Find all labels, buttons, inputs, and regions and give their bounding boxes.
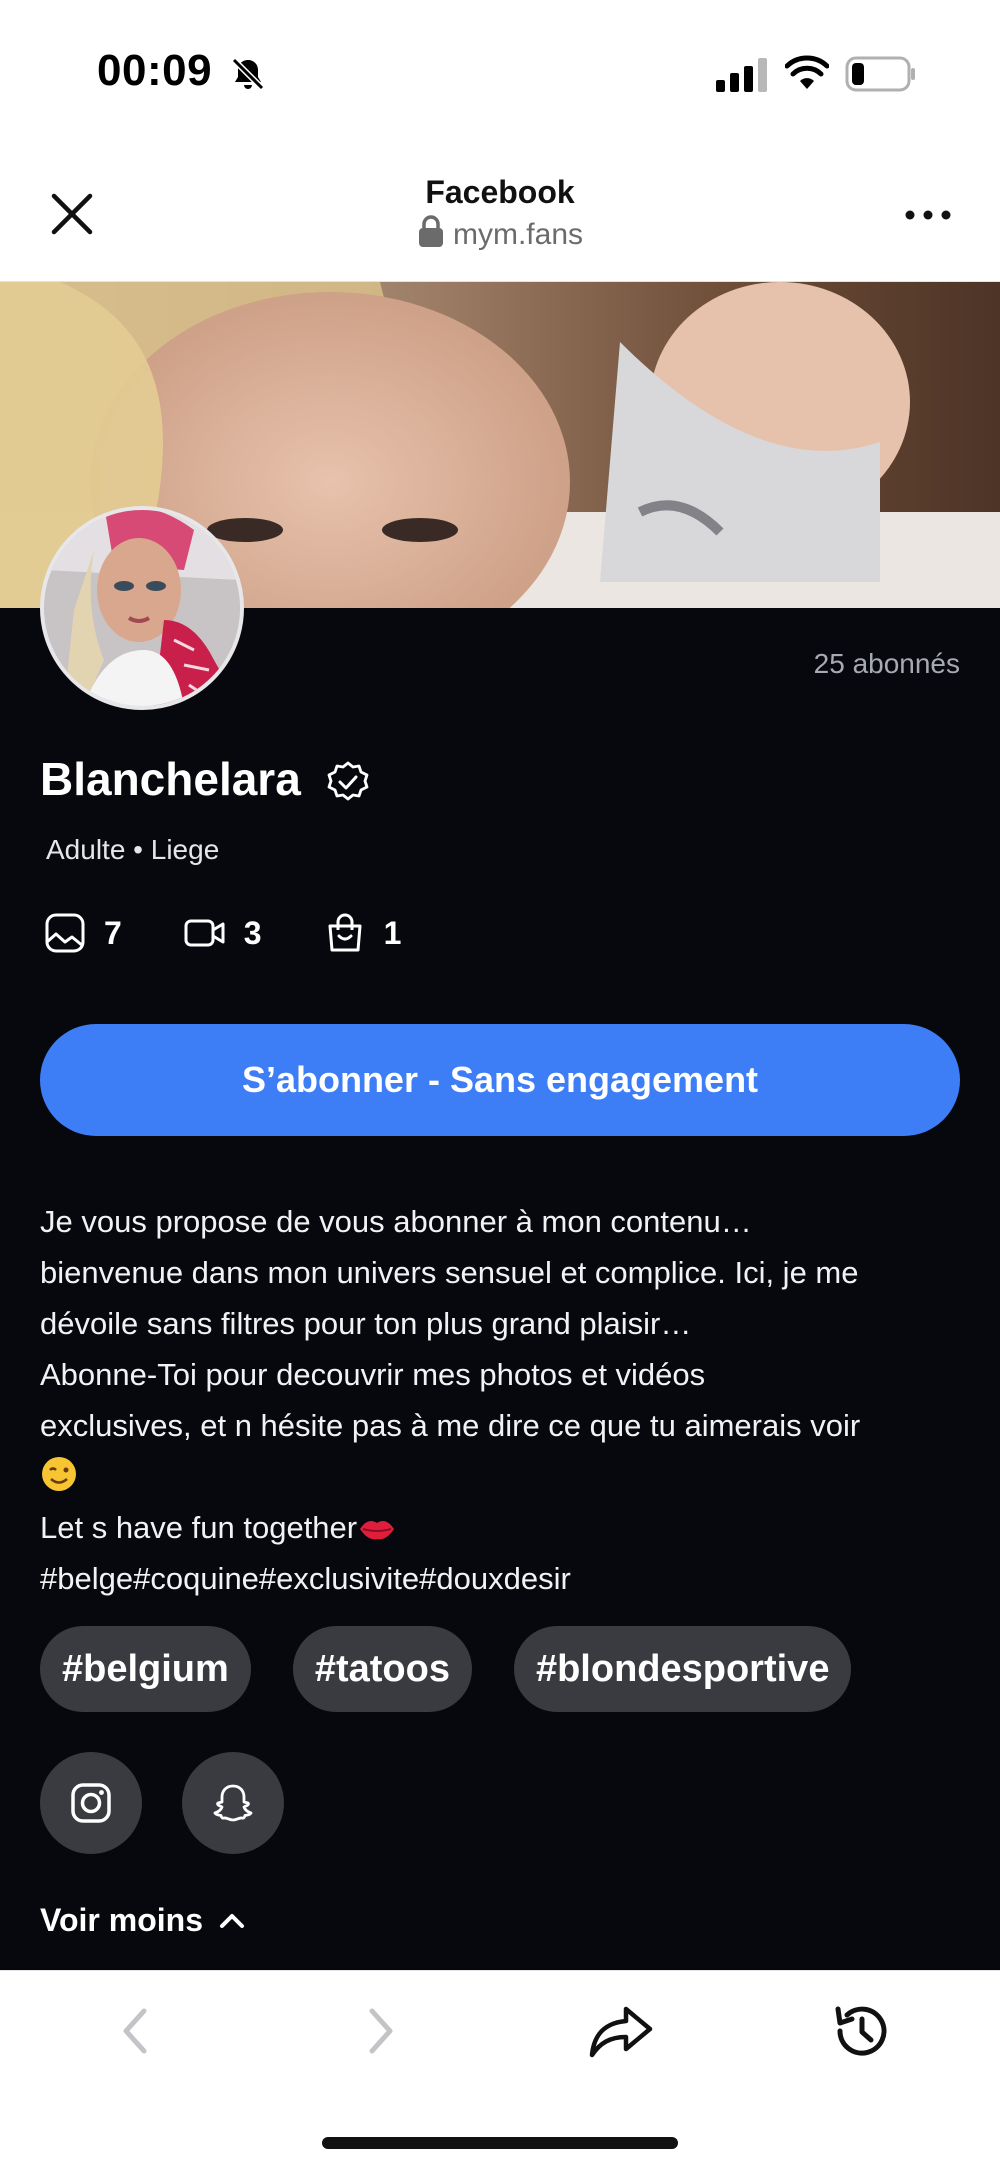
kiss-lips-emoji-icon	[360, 1521, 395, 1540]
show-less-toggle[interactable]: Voir moins	[40, 1902, 247, 1939]
status-bar: 00:09	[0, 0, 1000, 150]
instagram-button[interactable]	[40, 1752, 142, 1854]
stat-photos-count: 7	[104, 914, 122, 951]
verified-badge-icon	[327, 761, 369, 801]
subscribe-button[interactable]: S’abonner - Sans engagement	[40, 1024, 960, 1136]
tag-chip[interactable]: #blondesportive	[513, 1626, 852, 1712]
stat-videos-count: 3	[243, 914, 262, 951]
back-arrow-icon[interactable]	[106, 2001, 166, 2061]
wink-emoji-icon	[42, 1457, 76, 1491]
shopping-bag-icon	[328, 913, 362, 952]
profile-bio: Je vous propose de vous abonner à mon co…	[40, 1196, 970, 1604]
snapchat-button[interactable]	[182, 1752, 284, 1854]
cellular-signal-icon	[716, 58, 767, 92]
instagram-icon	[71, 1783, 111, 1823]
bio-line-1: Je vous propose de vous abonner à mon co…	[40, 1204, 752, 1239]
history-icon[interactable]	[830, 2001, 890, 2061]
profile-section: 25 abonnés Blanchelara Adulte • Liege 7 …	[0, 608, 1000, 1970]
bell-muted-icon	[231, 57, 265, 91]
stat-products[interactable]: 1	[324, 912, 402, 954]
share-icon[interactable]	[588, 2001, 654, 2061]
lock-icon	[418, 215, 443, 247]
more-options-icon[interactable]	[904, 206, 952, 224]
photo-icon	[45, 913, 85, 953]
browser-toolbar	[0, 1970, 1000, 2168]
forward-arrow-icon[interactable]	[350, 2001, 410, 2061]
stat-videos[interactable]: 3	[184, 912, 262, 954]
browser-title: Facebook	[425, 174, 575, 210]
profile-name: Blanchelara	[40, 753, 301, 805]
tag-chip[interactable]: #belgium	[40, 1626, 251, 1712]
browser-header: Facebook mym.fans	[0, 150, 1000, 282]
snapchat-icon	[213, 1784, 253, 1822]
home-indicator	[322, 2137, 678, 2149]
stat-photos[interactable]: 7	[44, 912, 122, 954]
bio-line-4: Abonne-Toi pour decouvrir mes photos et …	[40, 1357, 706, 1392]
show-less-label: Voir moins	[40, 1902, 203, 1938]
avatar[interactable]	[40, 506, 244, 710]
stat-products-count: 1	[383, 914, 402, 951]
bio-line-3: dévoile sans filtres pour ton plus grand…	[40, 1306, 692, 1341]
bio-line-6: Let s have fun together	[40, 1510, 358, 1545]
chevron-up-icon	[219, 1913, 244, 1928]
bio-line-2: bienvenue dans mon univers sensuel et co…	[40, 1255, 859, 1290]
profile-stats: 7 3 1	[44, 908, 463, 958]
browser-url: mym.fans	[0, 214, 1000, 252]
status-time: 00:09	[97, 46, 213, 95]
bio-line-7: #belge#coquine#exclusivite#douxdesir	[40, 1561, 571, 1596]
bio-line-5: exclusives, et n hésite pas à me dire ce…	[40, 1408, 861, 1443]
battery-icon	[845, 56, 915, 92]
video-icon	[184, 919, 225, 947]
tag-list: #belgium #tatoos #blondesportive	[40, 1626, 893, 1712]
url-text: mym.fans	[452, 218, 584, 251]
social-links	[40, 1752, 324, 1854]
profile-meta: Adulte • Liege	[46, 834, 220, 865]
wifi-icon	[785, 55, 829, 89]
tag-chip[interactable]: #tatoos	[292, 1626, 472, 1712]
subscriber-count: 25 abonnés	[813, 648, 960, 679]
